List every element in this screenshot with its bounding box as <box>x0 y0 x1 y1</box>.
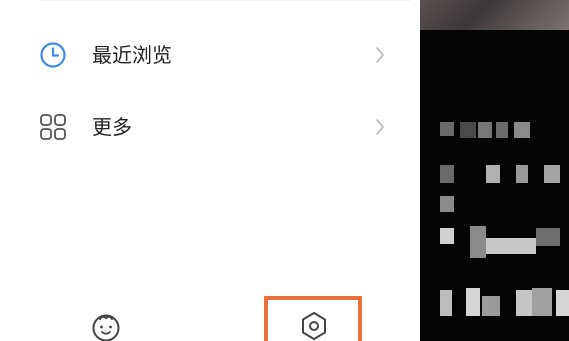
pixelated-content <box>514 122 530 138</box>
pixelated-content <box>486 238 536 254</box>
pixelated-content <box>482 296 500 316</box>
background-app-content <box>420 0 569 341</box>
pixelated-content <box>440 122 454 136</box>
menu-item-label: 最近浏览 <box>92 43 172 67</box>
pixelated-content <box>440 165 454 183</box>
clock-icon <box>40 42 66 68</box>
pixelated-content <box>536 228 560 246</box>
blurred-image <box>420 0 569 30</box>
pixelated-content <box>532 288 552 316</box>
screen: 最近浏览 更多 <box>0 0 569 341</box>
menu-item-more[interactable]: 更多 <box>0 99 420 155</box>
pixelated-content <box>544 165 560 183</box>
pixelated-content <box>496 122 508 138</box>
chevron-right-icon <box>376 47 384 63</box>
pixelated-content <box>470 226 486 258</box>
pixelated-content <box>486 165 500 183</box>
menu-item-label: 更多 <box>92 115 132 139</box>
pixelated-content <box>440 290 452 316</box>
face-icon[interactable] <box>89 310 123 341</box>
settings-hexagon-icon[interactable] <box>298 310 330 341</box>
grid-icon <box>40 114 66 140</box>
pixelated-content <box>516 290 532 316</box>
pixelated-content <box>478 122 492 138</box>
side-drawer: 最近浏览 更多 <box>0 0 420 341</box>
pixelated-content <box>440 228 454 244</box>
menu-item-recent[interactable]: 最近浏览 <box>0 27 420 83</box>
divider <box>40 0 410 1</box>
pixelated-content <box>460 122 476 138</box>
pixelated-content <box>440 196 454 212</box>
chevron-right-icon <box>376 119 384 135</box>
pixelated-content <box>556 290 569 316</box>
pixelated-content <box>516 165 528 183</box>
pixelated-content <box>466 288 480 316</box>
